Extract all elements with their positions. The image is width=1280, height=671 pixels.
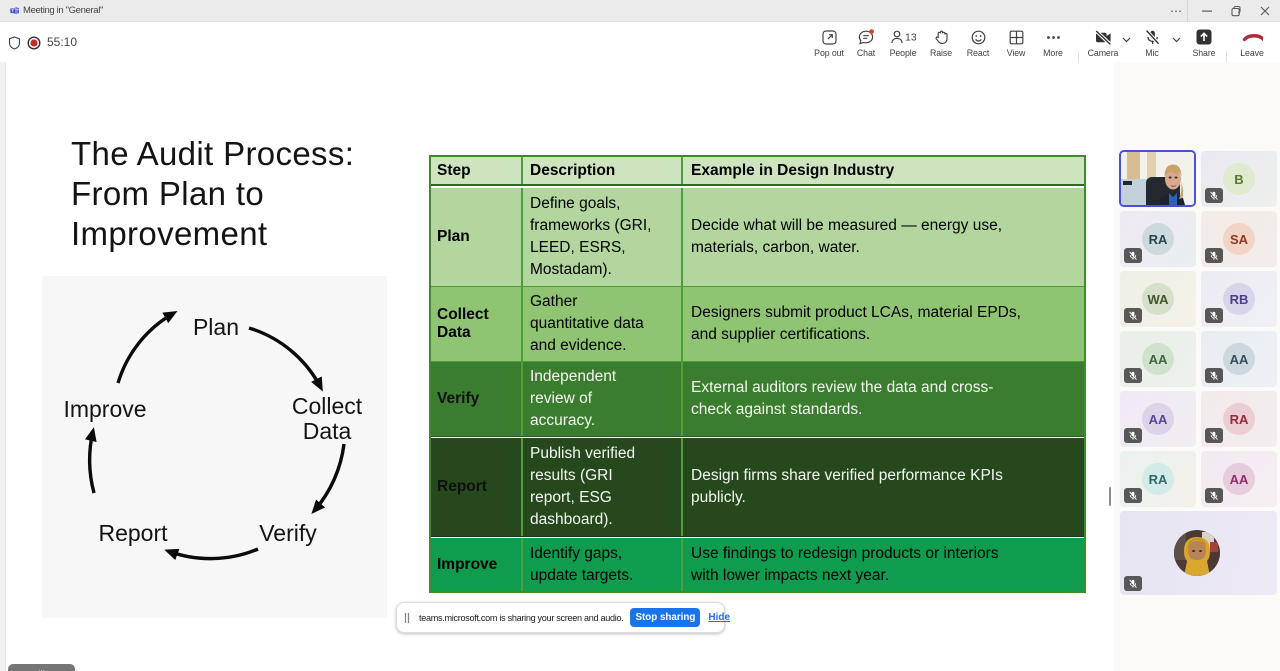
svg-text:Collect: Collect: [292, 393, 363, 419]
svg-text:Verify: Verify: [259, 520, 317, 546]
svg-text:Report: Report: [98, 520, 168, 546]
svg-text:13: 13: [905, 32, 916, 44]
svg-text:Data: Data: [303, 418, 352, 444]
svg-text:Plan: Plan: [193, 314, 239, 340]
svg-text:Improve: Improve: [63, 396, 146, 422]
